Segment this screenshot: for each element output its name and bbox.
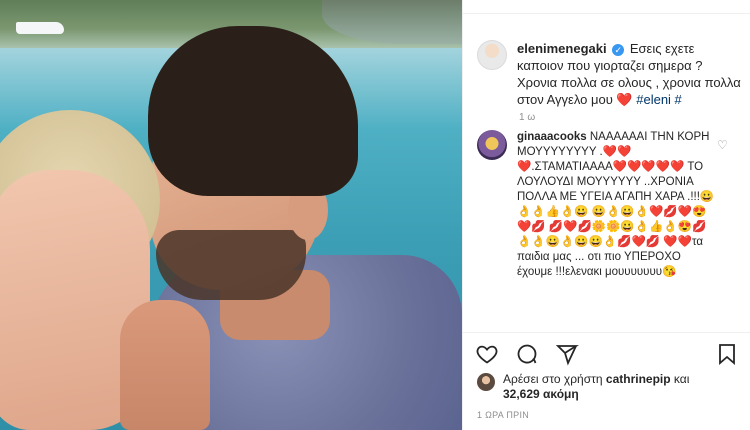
photo-boat [16,22,64,34]
comment-text-block: ginaaacooks ΝΑΑΑΑΑΑΙ ΤΗΝ ΚΟΡΗ ΜΟΥΥΥΥΥΥΥΥ… [517,130,717,280]
caption-timestamp[interactable]: 1 ω [519,112,535,123]
panel-header-strip [463,0,750,14]
caption-username[interactable]: elenimenegaki [517,41,607,56]
post-caption: elenimenegaki ✓ Εσεις εχετε καποιον που … [477,40,743,108]
post-photo[interactable] [0,0,462,430]
liker-avatar[interactable] [477,373,495,391]
likes-text: Αρέσει στο χρήστη cathrinepip και 32,629… [503,372,689,402]
comment-text: ΝΑΑΑΑΑΑΙ ΤΗΝ ΚΟΡΗ ΜΟΥΥΥΥΥΥΥΥ .❤️❤️ ❤️.ΣΤ… [517,131,715,278]
verified-badge-icon: ✓ [612,43,625,56]
comment-item: ginaaacooks ΝΑΑΑΑΑΑΙ ΤΗΝ ΚΟΡΗ ΜΟΥΥΥΥΥΥΥΥ… [477,130,743,280]
action-bar [475,342,741,368]
likes-middle: και [673,372,690,386]
comment-icon[interactable] [515,342,541,368]
heart-icon[interactable] [475,342,501,368]
likes-count[interactable]: 32,629 ακόμη [503,387,579,401]
post-timestamp[interactable]: 1 ΩΡΑ ΠΡΙΝ [477,410,529,420]
commenter-avatar[interactable] [477,130,507,160]
likes-user[interactable]: cathrinepip [606,372,671,386]
caption-text-block: elenimenegaki ✓ Εσεις εχετε καποιον που … [517,40,741,108]
comment-username[interactable]: ginaaacooks [517,131,587,143]
photo-arm [120,300,210,430]
photo-man-beard [156,230,306,300]
share-icon[interactable] [555,342,581,368]
actions-divider [463,332,750,333]
likes-prefix: Αρέσει στο χρήστη [503,372,603,386]
photo-man-hair [148,26,358,196]
bookmark-icon[interactable] [715,342,741,368]
caption-hashtag[interactable]: #eleni # [636,92,682,107]
author-avatar[interactable] [477,40,507,70]
likes-summary: Αρέσει στο χρήστη cathrinepip και 32,629… [477,372,743,402]
post-side-panel: elenimenegaki ✓ Εσεις εχετε καποιον που … [462,0,750,430]
comment-like-heart-icon[interactable]: ♡ [717,138,728,152]
